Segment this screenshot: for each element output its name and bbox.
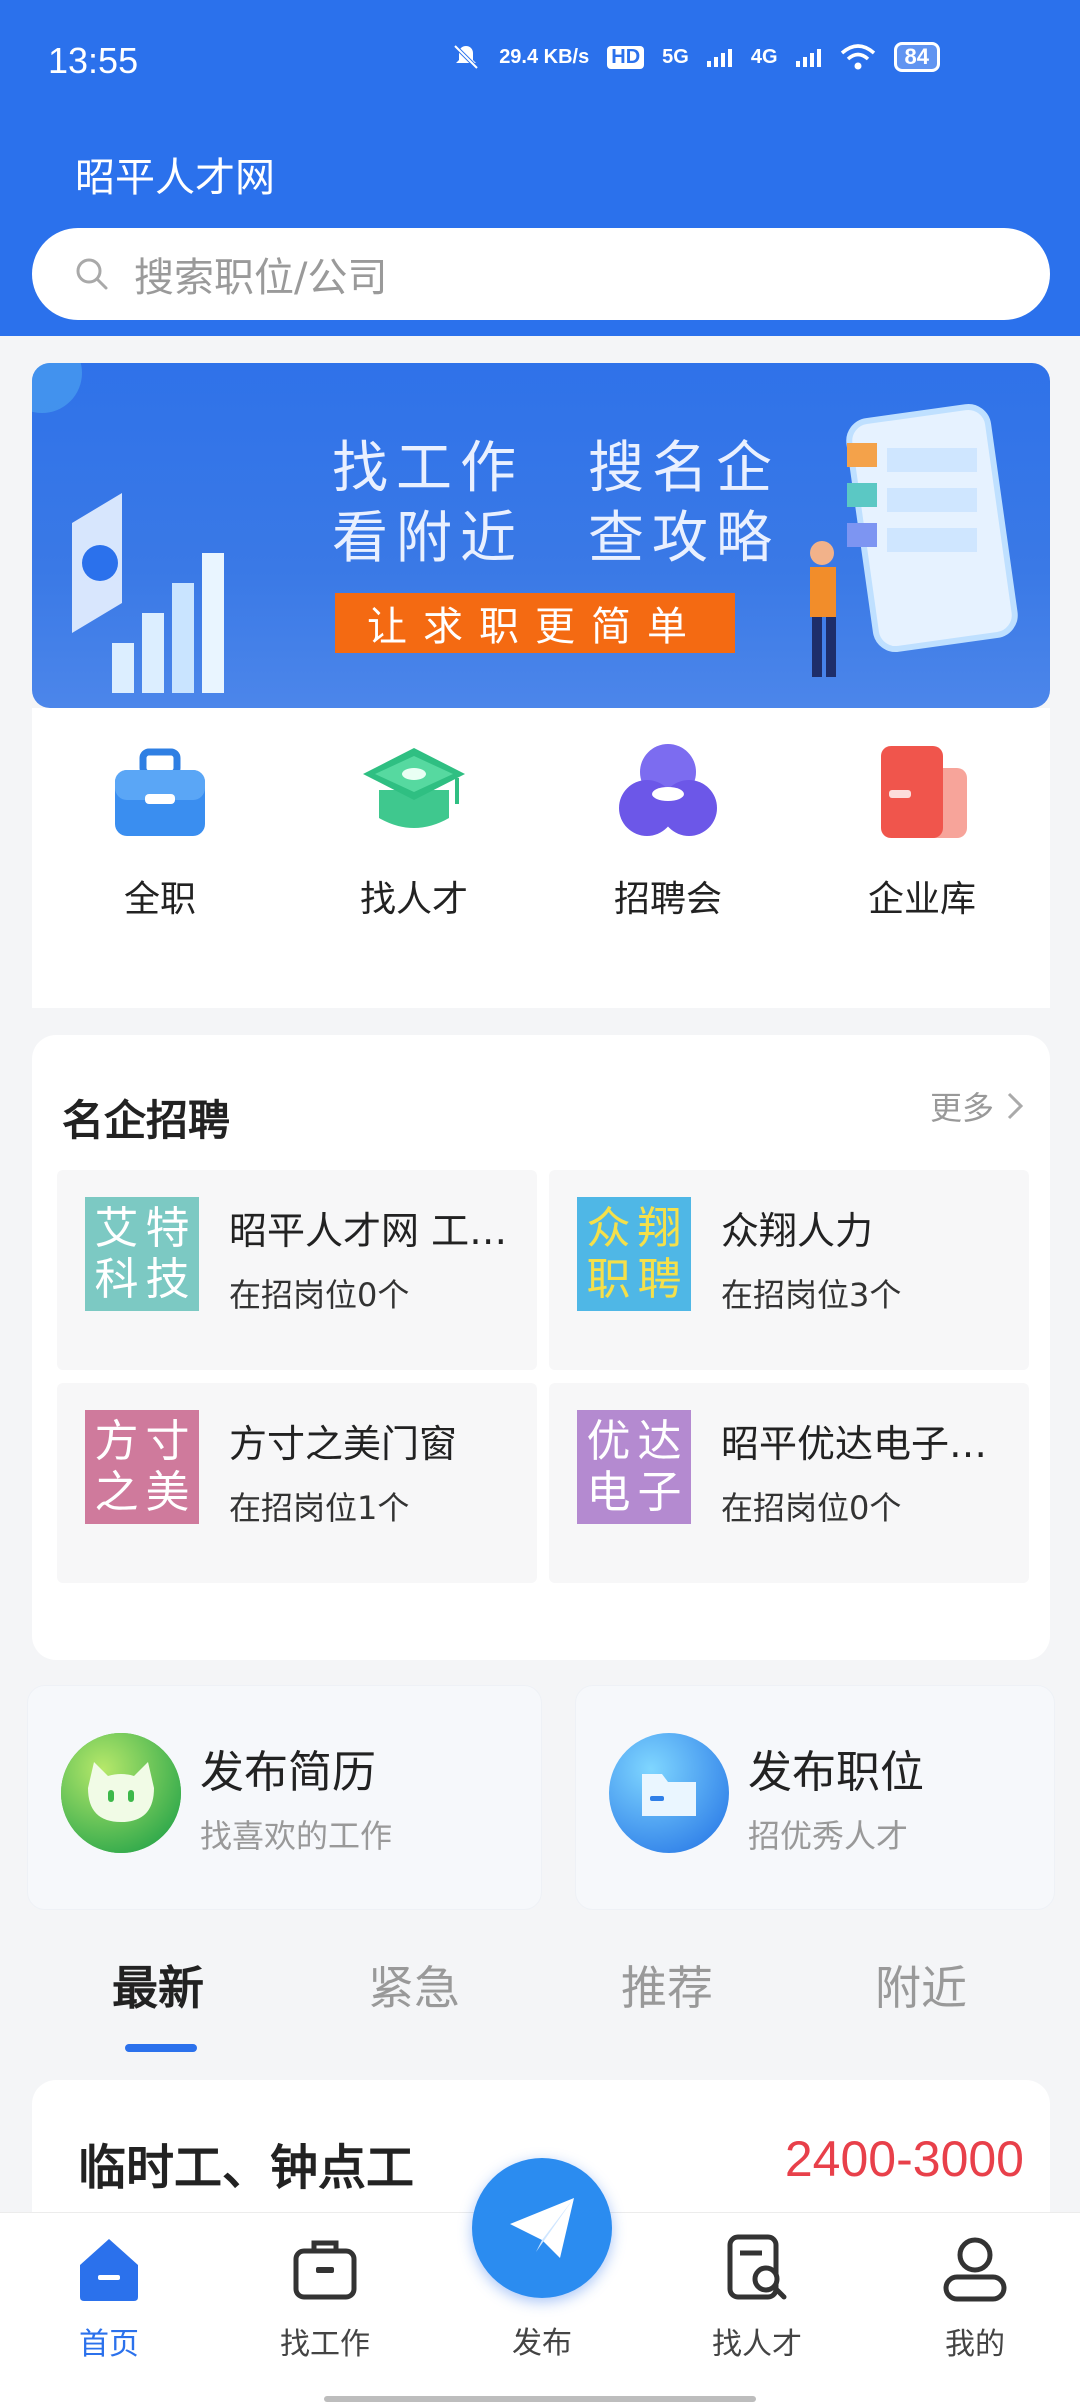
briefcase-outline-icon [293, 2240, 357, 2300]
mute-notification-icon [453, 44, 479, 70]
search-icon [76, 258, 108, 290]
net-speed: 29.4 KB/s [499, 45, 590, 68]
job-salary: 2400-3000 [784, 2131, 1024, 2187]
search-document-icon [727, 2234, 787, 2300]
company-card[interactable]: 众翔 职聘 众翔人力 在招岗位3个 [549, 1170, 1029, 1370]
chart-illustration-icon [72, 493, 224, 693]
app-title: 昭平人才网 [75, 155, 275, 201]
signal-4g-icon: 4G [750, 45, 778, 68]
company-name: 昭平人才网 工… [229, 1209, 508, 1253]
folder-icon [609, 1733, 729, 1853]
quick-link-label: 找人才 [359, 879, 468, 920]
nav-home-label: 首页 [79, 2327, 139, 2362]
company-logo: 众翔 职聘 [577, 1197, 691, 1311]
quick-link-job-fair[interactable]: 招聘会 [588, 738, 748, 922]
nav-mine-label: 我的 [945, 2327, 1005, 2362]
tab-nearby[interactable]: 附近 [875, 1952, 967, 2018]
publish-resume-subtitle: 找喜欢的工作 [200, 1817, 393, 1855]
wifi-icon [840, 44, 875, 70]
quick-links: 全职 找人才 招聘会 企业库 [32, 708, 1050, 1008]
home-icon [80, 2239, 138, 2301]
signal-5g-icon: 5G [662, 45, 689, 68]
company-card[interactable]: 艾特 科技 昭平人才网 工… 在招岗位0个 [57, 1170, 537, 1370]
company-name: 众翔人力 [721, 1209, 874, 1253]
company-card[interactable]: 方寸 之美 方寸之美门窗 在招岗位1个 [57, 1383, 537, 1583]
quick-link-talent[interactable]: 找人才 [334, 738, 494, 922]
tab-urgent[interactable]: 紧急 [368, 1952, 460, 2018]
user-icon [943, 2237, 1007, 2302]
banner-cta: 让求职更简单 [335, 593, 735, 653]
section-title: 名企招聘 [62, 1096, 231, 1145]
hd-icon: HD [607, 45, 645, 69]
banner-line-1: 找工作 搜名企 [332, 436, 780, 501]
job-title: 临时工、钟点工 [78, 2140, 415, 2196]
meeting-icon [619, 744, 717, 836]
publish-job-card[interactable]: 发布职位 招优秀人才 [575, 1685, 1055, 1910]
nav-find-job[interactable]: 找工作 [260, 2231, 390, 2363]
company-card[interactable]: 优达 电子 昭平优达电子… 在招岗位0个 [549, 1383, 1029, 1583]
company-logo: 艾特 科技 [85, 1197, 199, 1311]
tab-recommended[interactable]: 推荐 [621, 1952, 713, 2018]
status-time: 13:55 [48, 40, 139, 81]
status-icons: 29.4 KB/s HD 5G 4G 84 [451, 42, 940, 72]
header: 13:55 29.4 KB/s HD 5G 4G 84 昭平人才网 搜索职位/公… [0, 0, 1080, 336]
quick-link-fulltime[interactable]: 全职 [80, 738, 240, 922]
promo-banner[interactable]: 找工作 搜名企 看附近 查攻略 让求职更简单 [32, 363, 1050, 708]
banner-circle-decoration [32, 363, 82, 413]
publish-resume-card[interactable]: 发布简历 找喜欢的工作 [27, 1685, 542, 1910]
job-tabs: 最新 紧急 推荐 附近 [0, 1940, 1080, 2052]
cat-face-icon [61, 1733, 181, 1853]
nav-home[interactable]: 首页 [44, 2231, 174, 2363]
status-bar: 13:55 29.4 KB/s HD 5G 4G 84 [0, 0, 1080, 120]
company-openings: 在招岗位1个 [229, 1489, 410, 1527]
company-logo: 优达 电子 [577, 1410, 691, 1524]
briefcase-icon [115, 748, 205, 836]
chevron-right-icon [1007, 1092, 1024, 1120]
signal-bars-2-icon [795, 49, 821, 67]
paper-plane-icon [510, 2198, 574, 2258]
nav-mine[interactable]: 我的 [910, 2231, 1040, 2363]
company-openings: 在招岗位0个 [229, 1276, 410, 1314]
search-placeholder: 搜索职位/公司 [134, 255, 388, 301]
publish-job-title: 发布职位 [748, 1747, 924, 1798]
company-openings: 在招岗位0个 [721, 1489, 902, 1527]
quick-link-label: 招聘会 [613, 879, 722, 920]
signal-bars-icon [706, 49, 732, 67]
nav-find-talent-label: 找人才 [712, 2327, 802, 2362]
nav-find-job-label: 找工作 [280, 2327, 370, 2362]
company-logo: 方寸 之美 [85, 1410, 199, 1524]
company-name: 方寸之美门窗 [229, 1422, 458, 1466]
phone-person-illustration-icon [810, 403, 1018, 677]
quick-link-label: 全职 [123, 879, 196, 920]
graduation-cap-icon [363, 748, 465, 828]
publish-label: 发布 [512, 2326, 572, 2361]
home-indicator[interactable] [324, 2396, 756, 2402]
search-input[interactable]: 搜索职位/公司 [32, 228, 1050, 320]
more-link[interactable]: 更多 [930, 1083, 1024, 1129]
company-openings: 在招岗位3个 [721, 1276, 902, 1314]
quick-link-company-library[interactable]: 企业库 [842, 738, 1002, 922]
company-library-icon [881, 746, 967, 838]
publish-button[interactable] [472, 2158, 612, 2298]
banner-line-2: 看附近 查攻略 [332, 506, 780, 571]
battery-icon: 84 [893, 42, 940, 72]
publish-job-subtitle: 招优秀人才 [748, 1817, 909, 1855]
famous-companies-section: 名企招聘 更多 艾特 科技 昭平人才网 工… 在招岗位0个 众翔 职聘 众翔人力… [32, 1035, 1050, 1660]
publish-resume-title: 发布简历 [200, 1747, 376, 1798]
nav-find-talent[interactable]: 找人才 [692, 2231, 822, 2363]
more-label: 更多 [929, 1089, 994, 1127]
company-name: 昭平优达电子… [721, 1422, 988, 1466]
tab-latest[interactable]: 最新 [112, 1952, 204, 2018]
tab-active-indicator [125, 2044, 197, 2052]
quick-link-label: 企业库 [867, 879, 976, 920]
